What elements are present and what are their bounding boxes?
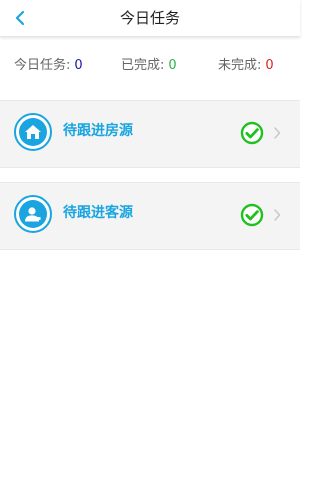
stat-done-value: 0 <box>168 58 177 73</box>
stat-done-label: 已完成: <box>121 58 165 73</box>
task-label: 待跟进房源 <box>63 123 133 139</box>
stat-undone-value: 0 <box>265 58 274 73</box>
stat-today-label: 今日任务: <box>14 58 71 73</box>
nav-bar: 今日任务 <box>0 0 300 37</box>
person-icon <box>25 207 41 222</box>
task-stats: 今日任务: 0 已完成: 0 未完成: 0 <box>0 54 300 78</box>
stat-today: 今日任务: 0 <box>14 54 83 78</box>
task-avatar <box>14 113 52 151</box>
page-title: 今日任务 <box>119 9 180 27</box>
stat-today-value: 0 <box>74 58 83 73</box>
task-item-clients[interactable]: 待跟进客源 <box>0 182 300 250</box>
task-label: 待跟进客源 <box>63 205 133 221</box>
house-icon <box>25 125 41 139</box>
stat-done: 已完成: 0 <box>121 54 177 78</box>
check-circle-icon <box>240 203 264 227</box>
task-item-houses[interactable]: 待跟进房源 <box>0 100 300 168</box>
chevron-right-icon <box>274 209 281 221</box>
check-circle-icon <box>240 121 264 145</box>
stat-undone: 未完成: 0 <box>218 54 274 78</box>
chevron-right-icon <box>274 127 281 139</box>
stat-undone-label: 未完成: <box>218 58 262 73</box>
task-avatar <box>14 195 52 233</box>
